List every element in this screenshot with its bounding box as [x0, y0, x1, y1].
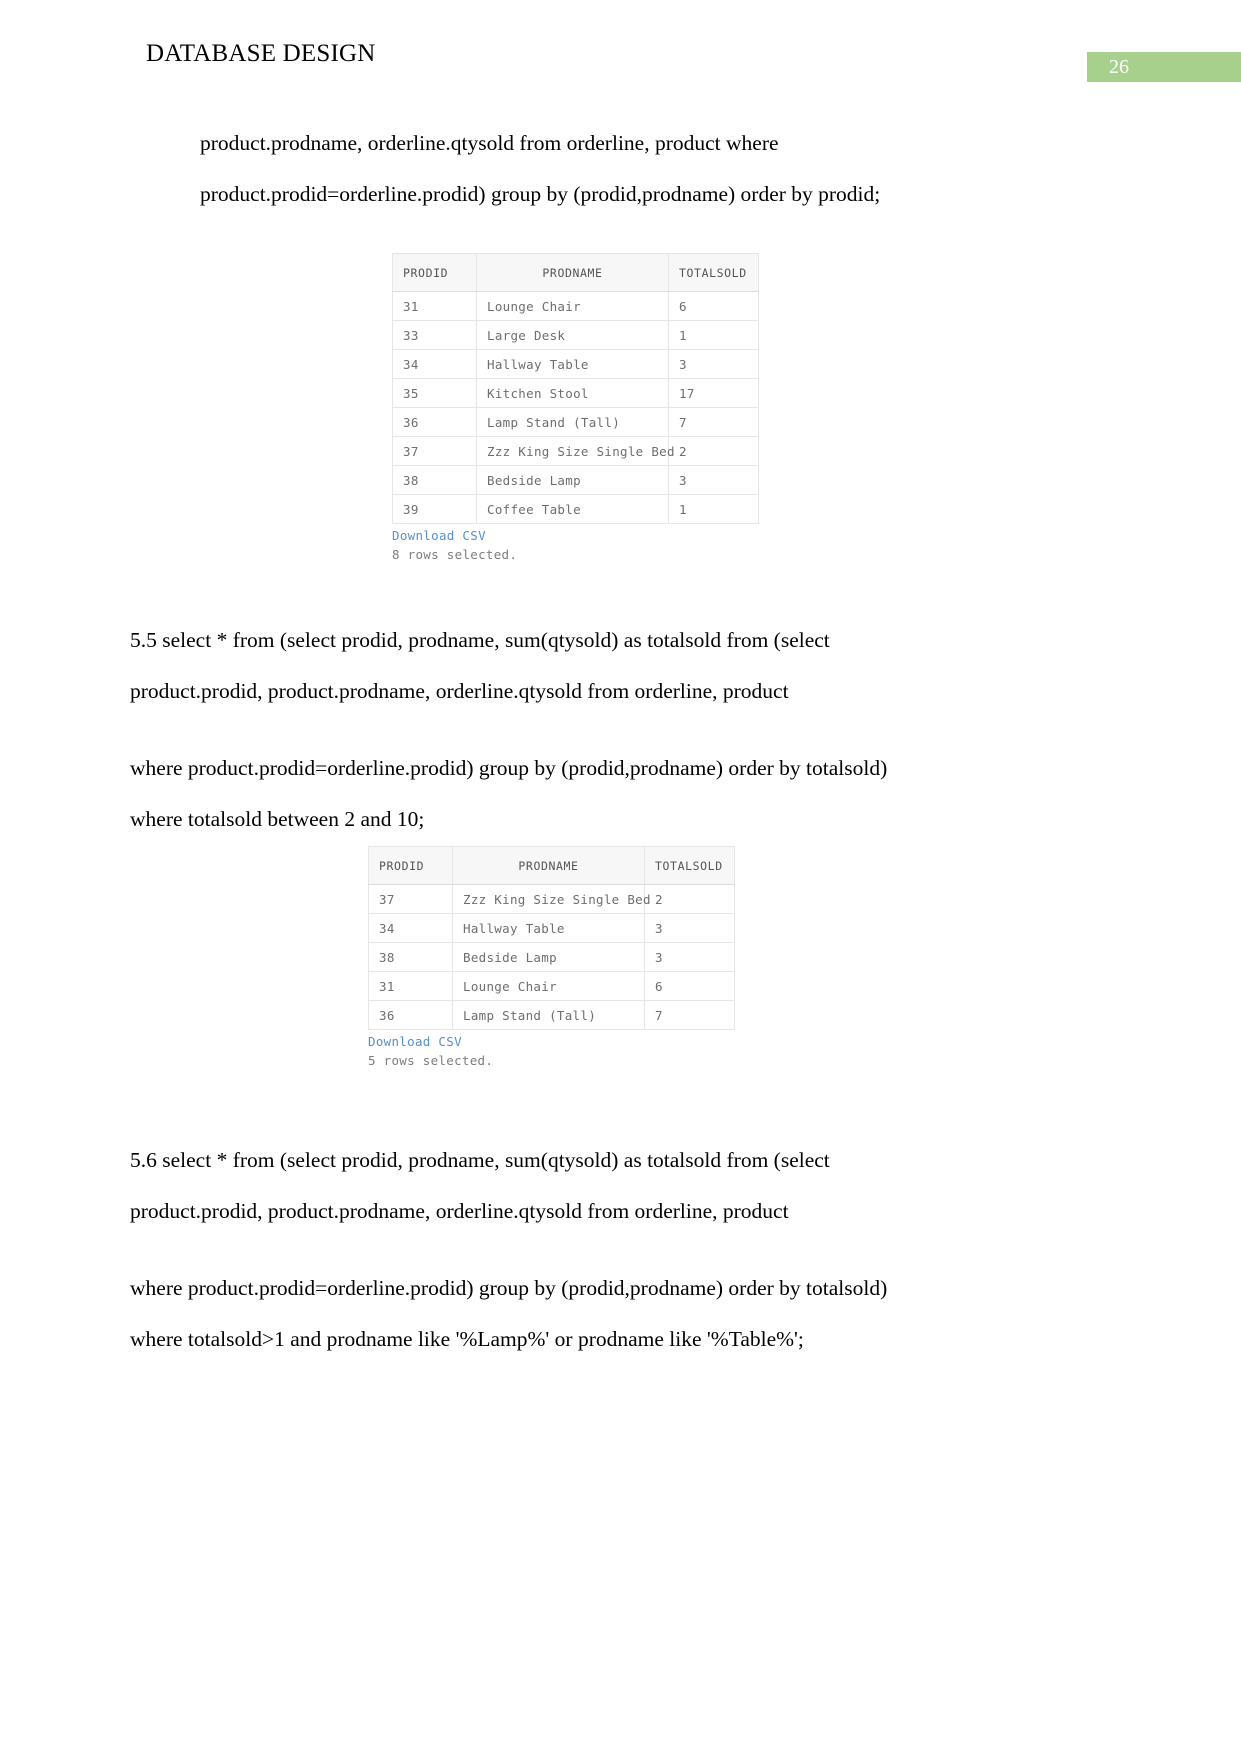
result-table-2: PRODID PRODNAME TOTALSOLD 37 Zzz King Si…: [368, 846, 735, 1030]
cell-totalsold: 1: [668, 320, 759, 350]
rows-selected-status: 8 rows selected.: [392, 547, 518, 562]
table-row: 34 Hallway Table 3: [368, 913, 735, 943]
table-row: 38 Bedside Lamp 3: [392, 465, 759, 495]
table-header-row: PRODID PRODNAME TOTALSOLD: [368, 846, 735, 885]
column-header-prodname[interactable]: PRODNAME: [452, 846, 645, 885]
cell-prodname: Bedside Lamp: [452, 942, 645, 972]
cell-prodid: 39: [392, 494, 477, 524]
paragraph-q55-line-4: where totalsold between 2 and 10;: [130, 807, 425, 831]
cell-totalsold: 3: [668, 349, 759, 379]
cell-prodname: Large Desk: [476, 320, 669, 350]
column-header-totalsold[interactable]: TOTALSOLD: [644, 846, 735, 885]
cell-prodname: Kitchen Stool: [476, 378, 669, 408]
table-row: 39 Coffee Table 1: [392, 494, 759, 524]
table-row: 36 Lamp Stand (Tall) 7: [392, 407, 759, 437]
table-row: 36 Lamp Stand (Tall) 7: [368, 1000, 735, 1030]
paragraph-intro-line-2: product.prodid=orderline.prodid) group b…: [200, 182, 881, 206]
table-row: 35 Kitchen Stool 17: [392, 378, 759, 408]
result-table-1: PRODID PRODNAME TOTALSOLD 31 Lounge Chai…: [392, 253, 759, 524]
cell-prodname: Zzz King Size Single Bed: [452, 884, 651, 914]
result-table-1-head: PRODID PRODNAME TOTALSOLD: [392, 253, 759, 292]
cell-totalsold: 2: [668, 436, 759, 466]
column-header-totalsold[interactable]: TOTALSOLD: [668, 253, 759, 292]
document-header-title: DATABASE DESIGN: [146, 40, 376, 67]
result-table-2-footer: Download CSV 5 rows selected.: [368, 1030, 734, 1070]
cell-prodname: Lounge Chair: [476, 291, 669, 321]
cell-totalsold: 1: [668, 494, 759, 524]
cell-prodname: Lamp Stand (Tall): [476, 407, 669, 437]
result-table-1-body: 31 Lounge Chair 6 33 Large Desk 1 34 Hal…: [392, 291, 759, 524]
query-result-block-2: PRODID PRODNAME TOTALSOLD 37 Zzz King Si…: [368, 846, 735, 1070]
cell-prodname: Zzz King Size Single Bed: [476, 436, 675, 466]
column-header-prodid[interactable]: PRODID: [368, 846, 453, 885]
download-csv-link[interactable]: Download CSV: [368, 1032, 734, 1051]
cell-prodname: Lamp Stand (Tall): [452, 1000, 645, 1030]
table-row: 37 Zzz King Size Single Bed 2: [368, 884, 735, 914]
query-result-block-1: PRODID PRODNAME TOTALSOLD 31 Lounge Chai…: [392, 253, 759, 564]
paragraph-intro-line-1: product.prodname, orderline.qtysold from…: [200, 131, 779, 155]
cell-totalsold: 3: [668, 465, 759, 495]
table-row: 34 Hallway Table 3: [392, 349, 759, 379]
cell-prodid: 34: [392, 349, 477, 379]
download-csv-link[interactable]: Download CSV: [392, 526, 758, 545]
paragraph-q56-line-4: where totalsold>1 and prodname like '%La…: [130, 1327, 804, 1351]
cell-prodid: 37: [368, 884, 453, 914]
cell-prodname: Lounge Chair: [452, 971, 645, 1001]
cell-totalsold: 3: [644, 913, 735, 943]
page-header: DATABASE DESIGN 26: [0, 0, 1241, 110]
table-row: 37 Zzz King Size Single Bed 2: [392, 436, 759, 466]
cell-totalsold: 7: [668, 407, 759, 437]
cell-prodid: 35: [392, 378, 477, 408]
cell-totalsold: 3: [644, 942, 735, 972]
result-table-2-head: PRODID PRODNAME TOTALSOLD: [368, 846, 735, 885]
rows-selected-status: 5 rows selected.: [368, 1053, 494, 1068]
cell-prodid: 31: [392, 291, 477, 321]
table-row: 33 Large Desk 1: [392, 320, 759, 350]
cell-prodid: 38: [368, 942, 453, 972]
cell-prodid: 38: [392, 465, 477, 495]
paragraph-q56-line-1: 5.6 select * from (select prodid, prodna…: [130, 1148, 830, 1172]
cell-totalsold: 17: [668, 378, 759, 408]
page-number-text: 26: [1109, 56, 1129, 78]
cell-prodname: Bedside Lamp: [476, 465, 669, 495]
cell-totalsold: 6: [644, 971, 735, 1001]
cell-prodname: Hallway Table: [452, 913, 645, 943]
cell-totalsold: 6: [668, 291, 759, 321]
cell-prodid: 36: [368, 1000, 453, 1030]
table-row: 31 Lounge Chair 6: [368, 971, 735, 1001]
table-header-row: PRODID PRODNAME TOTALSOLD: [392, 253, 759, 292]
cell-prodid: 31: [368, 971, 453, 1001]
cell-prodid: 34: [368, 913, 453, 943]
table-row: 38 Bedside Lamp 3: [368, 942, 735, 972]
column-header-prodid[interactable]: PRODID: [392, 253, 477, 292]
page-number-badge: 26: [1087, 52, 1241, 82]
paragraph-q55-line-2: product.prodid, product.prodname, orderl…: [130, 679, 789, 703]
result-table-2-body: 37 Zzz King Size Single Bed 2 34 Hallway…: [368, 884, 735, 1030]
result-table-1-footer: Download CSV 8 rows selected.: [392, 524, 758, 564]
paragraph-q55-line-3: where product.prodid=orderline.prodid) g…: [130, 756, 888, 780]
paragraph-q56-line-3: where product.prodid=orderline.prodid) g…: [130, 1276, 888, 1300]
cell-prodid: 37: [392, 436, 477, 466]
paragraph-q55-line-1: 5.5 select * from (select prodid, prodna…: [130, 628, 830, 652]
paragraph-q56-line-2: product.prodid, product.prodname, orderl…: [130, 1199, 789, 1223]
cell-prodname: Hallway Table: [476, 349, 669, 379]
cell-prodid: 36: [392, 407, 477, 437]
cell-prodname: Coffee Table: [476, 494, 669, 524]
cell-totalsold: 2: [644, 884, 735, 914]
cell-prodid: 33: [392, 320, 477, 350]
cell-totalsold: 7: [644, 1000, 735, 1030]
table-row: 31 Lounge Chair 6: [392, 291, 759, 321]
column-header-prodname[interactable]: PRODNAME: [476, 253, 669, 292]
